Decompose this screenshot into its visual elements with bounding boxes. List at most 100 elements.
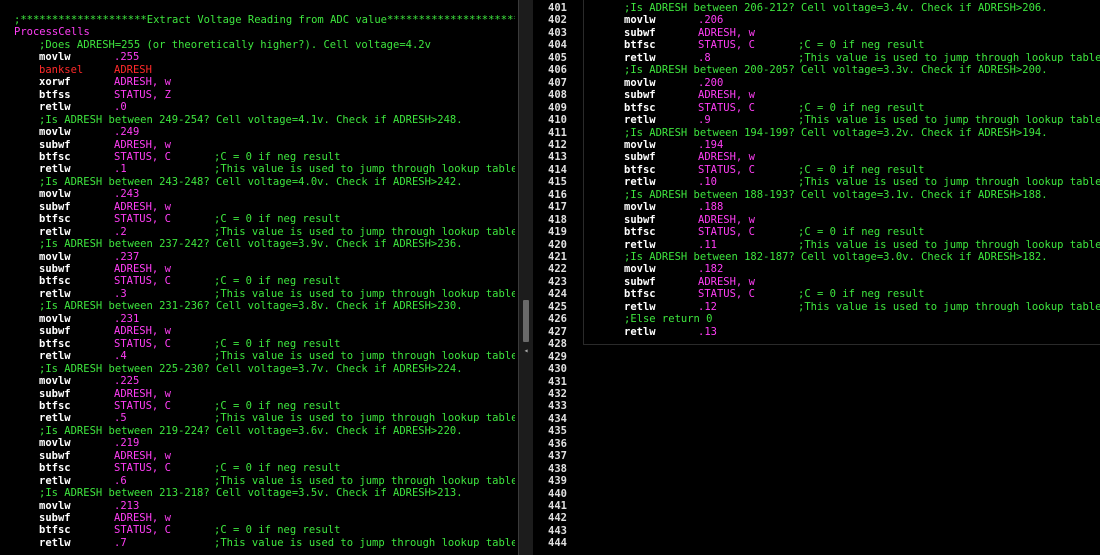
code-line[interactable]: subwf ADRESH, w (0, 139, 515, 152)
inline-comment: ;C = 0 if neg result (798, 288, 925, 301)
code-line[interactable]: btfsc STATUS, C ;C = 0 if neg result (584, 288, 1100, 301)
code-line[interactable]: ;********************Extract Voltage Rea… (14, 14, 515, 27)
right-editor-pane[interactable]: ;Is ADRESH between 206-212? Cell voltage… (583, 0, 1100, 345)
operand: STATUS, C (114, 399, 171, 412)
line-number: 418 (548, 213, 567, 226)
code-line[interactable]: movlw .188 (584, 201, 1100, 214)
operand: STATUS, C (698, 39, 755, 52)
code-line[interactable]: ;Is ADRESH between 194-199? Cell voltage… (624, 127, 1048, 140)
code-line[interactable]: subwf ADRESH, w (0, 388, 515, 401)
code-line[interactable]: btfsc STATUS, C ;C = 0 if neg result (0, 400, 515, 413)
mnemonic: retlw (624, 51, 656, 64)
code-line[interactable]: retlw .3 ;This value is used to jump throu… (0, 288, 515, 301)
operand: ADRESH, w (114, 138, 171, 151)
code-line[interactable]: ;Is ADRESH between 213-218? Cell voltage… (39, 487, 463, 500)
operand: ADRESH, w (114, 325, 171, 338)
code-line[interactable]: ;Is ADRESH between 219-224? Cell voltage… (39, 425, 463, 438)
code-line[interactable]: subwf ADRESH, w (0, 512, 515, 525)
code-line[interactable]: subwf ADRESH, w (0, 325, 515, 338)
line-number: 423 (548, 275, 567, 288)
code-line[interactable]: ;Is ADRESH between 182-187? Cell voltage… (624, 251, 1048, 264)
code-line[interactable]: retlw .8 ;This value is used to jump throu… (584, 52, 1100, 65)
code-line[interactable]: btfsc STATUS, C ;C = 0 if neg result (0, 524, 515, 537)
code-line[interactable]: ;Is ADRESH between 225-230? Cell voltage… (39, 363, 463, 376)
code-line[interactable]: retlw .10 ;This value is used to jump thro… (584, 176, 1100, 189)
line-number: 417 (548, 201, 567, 214)
comment-text: ;Is ADRESH between 213-218? Cell voltage… (39, 487, 463, 500)
code-line[interactable]: btfsc STATUS, C ;C = 0 if neg result (0, 462, 515, 475)
code-line[interactable]: btfsc STATUS, C ;C = 0 if neg result (0, 151, 515, 164)
code-line[interactable]: subwf ADRESH, w (0, 450, 515, 463)
code-line[interactable]: movlw .237 (0, 251, 515, 264)
code-line[interactable]: retlw .9 ;This value is used to jump throu… (584, 114, 1100, 127)
code-line[interactable]: retlw .5 ;This value is used to jump throu… (0, 412, 515, 425)
operand: .206 (698, 14, 724, 27)
code-line[interactable]: retlw .6 ;This value is used to jump throu… (0, 475, 515, 488)
code-line[interactable]: btfsc STATUS, C ;C = 0 if neg result (584, 39, 1100, 52)
code-line[interactable]: retlw .7 ;This value is used to jump throu… (0, 537, 515, 550)
code-line[interactable]: retlw .2 ;This value is used to jump throu… (0, 226, 515, 239)
code-line[interactable]: ;Is ADRESH between 200-205? Cell voltage… (624, 64, 1048, 77)
code-line[interactable]: movlw .219 (0, 437, 515, 450)
line-number: 433 (548, 400, 567, 413)
code-line[interactable]: movlw .231 (0, 313, 515, 326)
mnemonic: banksel (39, 63, 84, 76)
left-editor-pane[interactable]: ;********************Extract Voltage Rea… (0, 0, 515, 555)
code-line[interactable]: movlw .213 (0, 500, 515, 513)
vertical-scrollbar[interactable]: ◂ (518, 0, 534, 555)
code-line[interactable]: btfsc STATUS, C ;C = 0 if neg result (584, 164, 1100, 177)
code-line[interactable]: subwf ADRESH, w (584, 27, 1100, 40)
code-line[interactable]: subwf ADRESH, w (0, 201, 515, 214)
line-number: 421 (548, 251, 567, 263)
line-number: 441 (548, 500, 567, 512)
code-line[interactable]: btfsc STATUS, C ;C = 0 if neg result (584, 226, 1100, 239)
mnemonic: movlw (39, 188, 71, 201)
code-line[interactable]: subwf ADRESH, w (584, 151, 1100, 164)
code-line[interactable]: ;Is ADRESH between 249-254? Cell voltage… (39, 114, 463, 127)
code-line[interactable]: retlw .13 (584, 326, 1100, 339)
empty-editor-area (583, 346, 1100, 555)
code-line[interactable]: btfsc STATUS, C ;C = 0 if neg result (0, 338, 515, 351)
code-line[interactable]: retlw .1 ;This value is used to jump throu… (0, 163, 515, 176)
code-line[interactable]: ;Is ADRESH between 188-193? Cell voltage… (624, 189, 1048, 202)
code-line[interactable]: btfsc STATUS, C ;C = 0 if neg result (584, 102, 1100, 115)
inline-comment: ;C = 0 if neg result (798, 226, 925, 239)
code-line[interactable]: subwf ADRESH, w (584, 214, 1100, 227)
code-line[interactable]: ;Is ADRESH between 243-248? Cell voltage… (39, 176, 463, 189)
code-line[interactable]: subwf ADRESH, w (584, 89, 1100, 102)
code-line[interactable]: subwf ADRESH, w (584, 276, 1100, 289)
code-line[interactable]: retlw .0 (0, 101, 515, 114)
code-line[interactable]: movlw .194 (584, 139, 1100, 152)
code-line[interactable]: ;Does ADRESH=255 (or theoretically highe… (39, 39, 431, 52)
code-line[interactable]: ProcessCells (14, 26, 90, 39)
code-line[interactable]: retlw .4 ;This value is used to jump throu… (0, 350, 515, 363)
operand: .255 (114, 51, 140, 64)
mnemonic: movlw (39, 499, 71, 512)
code-line[interactable]: ;Else return 0 (624, 313, 713, 326)
operand: ADRESH, w (114, 449, 171, 462)
code-line[interactable]: retlw .11 ;This value is used to jump thro… (584, 239, 1100, 252)
mnemonic: subwf (624, 151, 656, 164)
scrollbar-thumb[interactable] (523, 300, 529, 342)
code-line[interactable]: ;Is ADRESH between 206-212? Cell voltage… (624, 2, 1048, 15)
code-line[interactable]: ;Is ADRESH between 237-242? Cell voltage… (39, 238, 463, 251)
code-line[interactable]: xorwf ADRESH, w (0, 76, 515, 89)
code-line[interactable]: movlw .249 (0, 126, 515, 139)
code-line[interactable]: btfsc STATUS, C ;C = 0 if neg result (0, 213, 515, 226)
code-line[interactable]: movlw .255 (0, 51, 515, 64)
code-line[interactable]: btfss STATUS, Z (0, 89, 515, 102)
code-line[interactable]: movlw .182 (584, 263, 1100, 276)
mnemonic: retlw (39, 412, 71, 425)
code-line[interactable]: movlw .200 (584, 77, 1100, 90)
code-line[interactable]: ;Is ADRESH between 231-236? Cell voltage… (39, 300, 463, 313)
mnemonic: btfss (39, 88, 71, 101)
code-line[interactable]: btfsc STATUS, C ;C = 0 if neg result (0, 275, 515, 288)
code-line[interactable]: retlw .12 ;This value is used to jump thro… (584, 301, 1100, 314)
scroll-arrow-icon[interactable]: ◂ (521, 346, 531, 356)
code-line[interactable]: movlw .243 (0, 188, 515, 201)
inline-comment: ;This value is used to jump through look… (214, 350, 515, 363)
code-line[interactable]: movlw .206 (584, 14, 1100, 27)
code-line[interactable]: movlw .225 (0, 375, 515, 388)
code-line[interactable]: subwf ADRESH, w (0, 263, 515, 276)
code-line[interactable]: banksel ADRESH (0, 64, 515, 77)
